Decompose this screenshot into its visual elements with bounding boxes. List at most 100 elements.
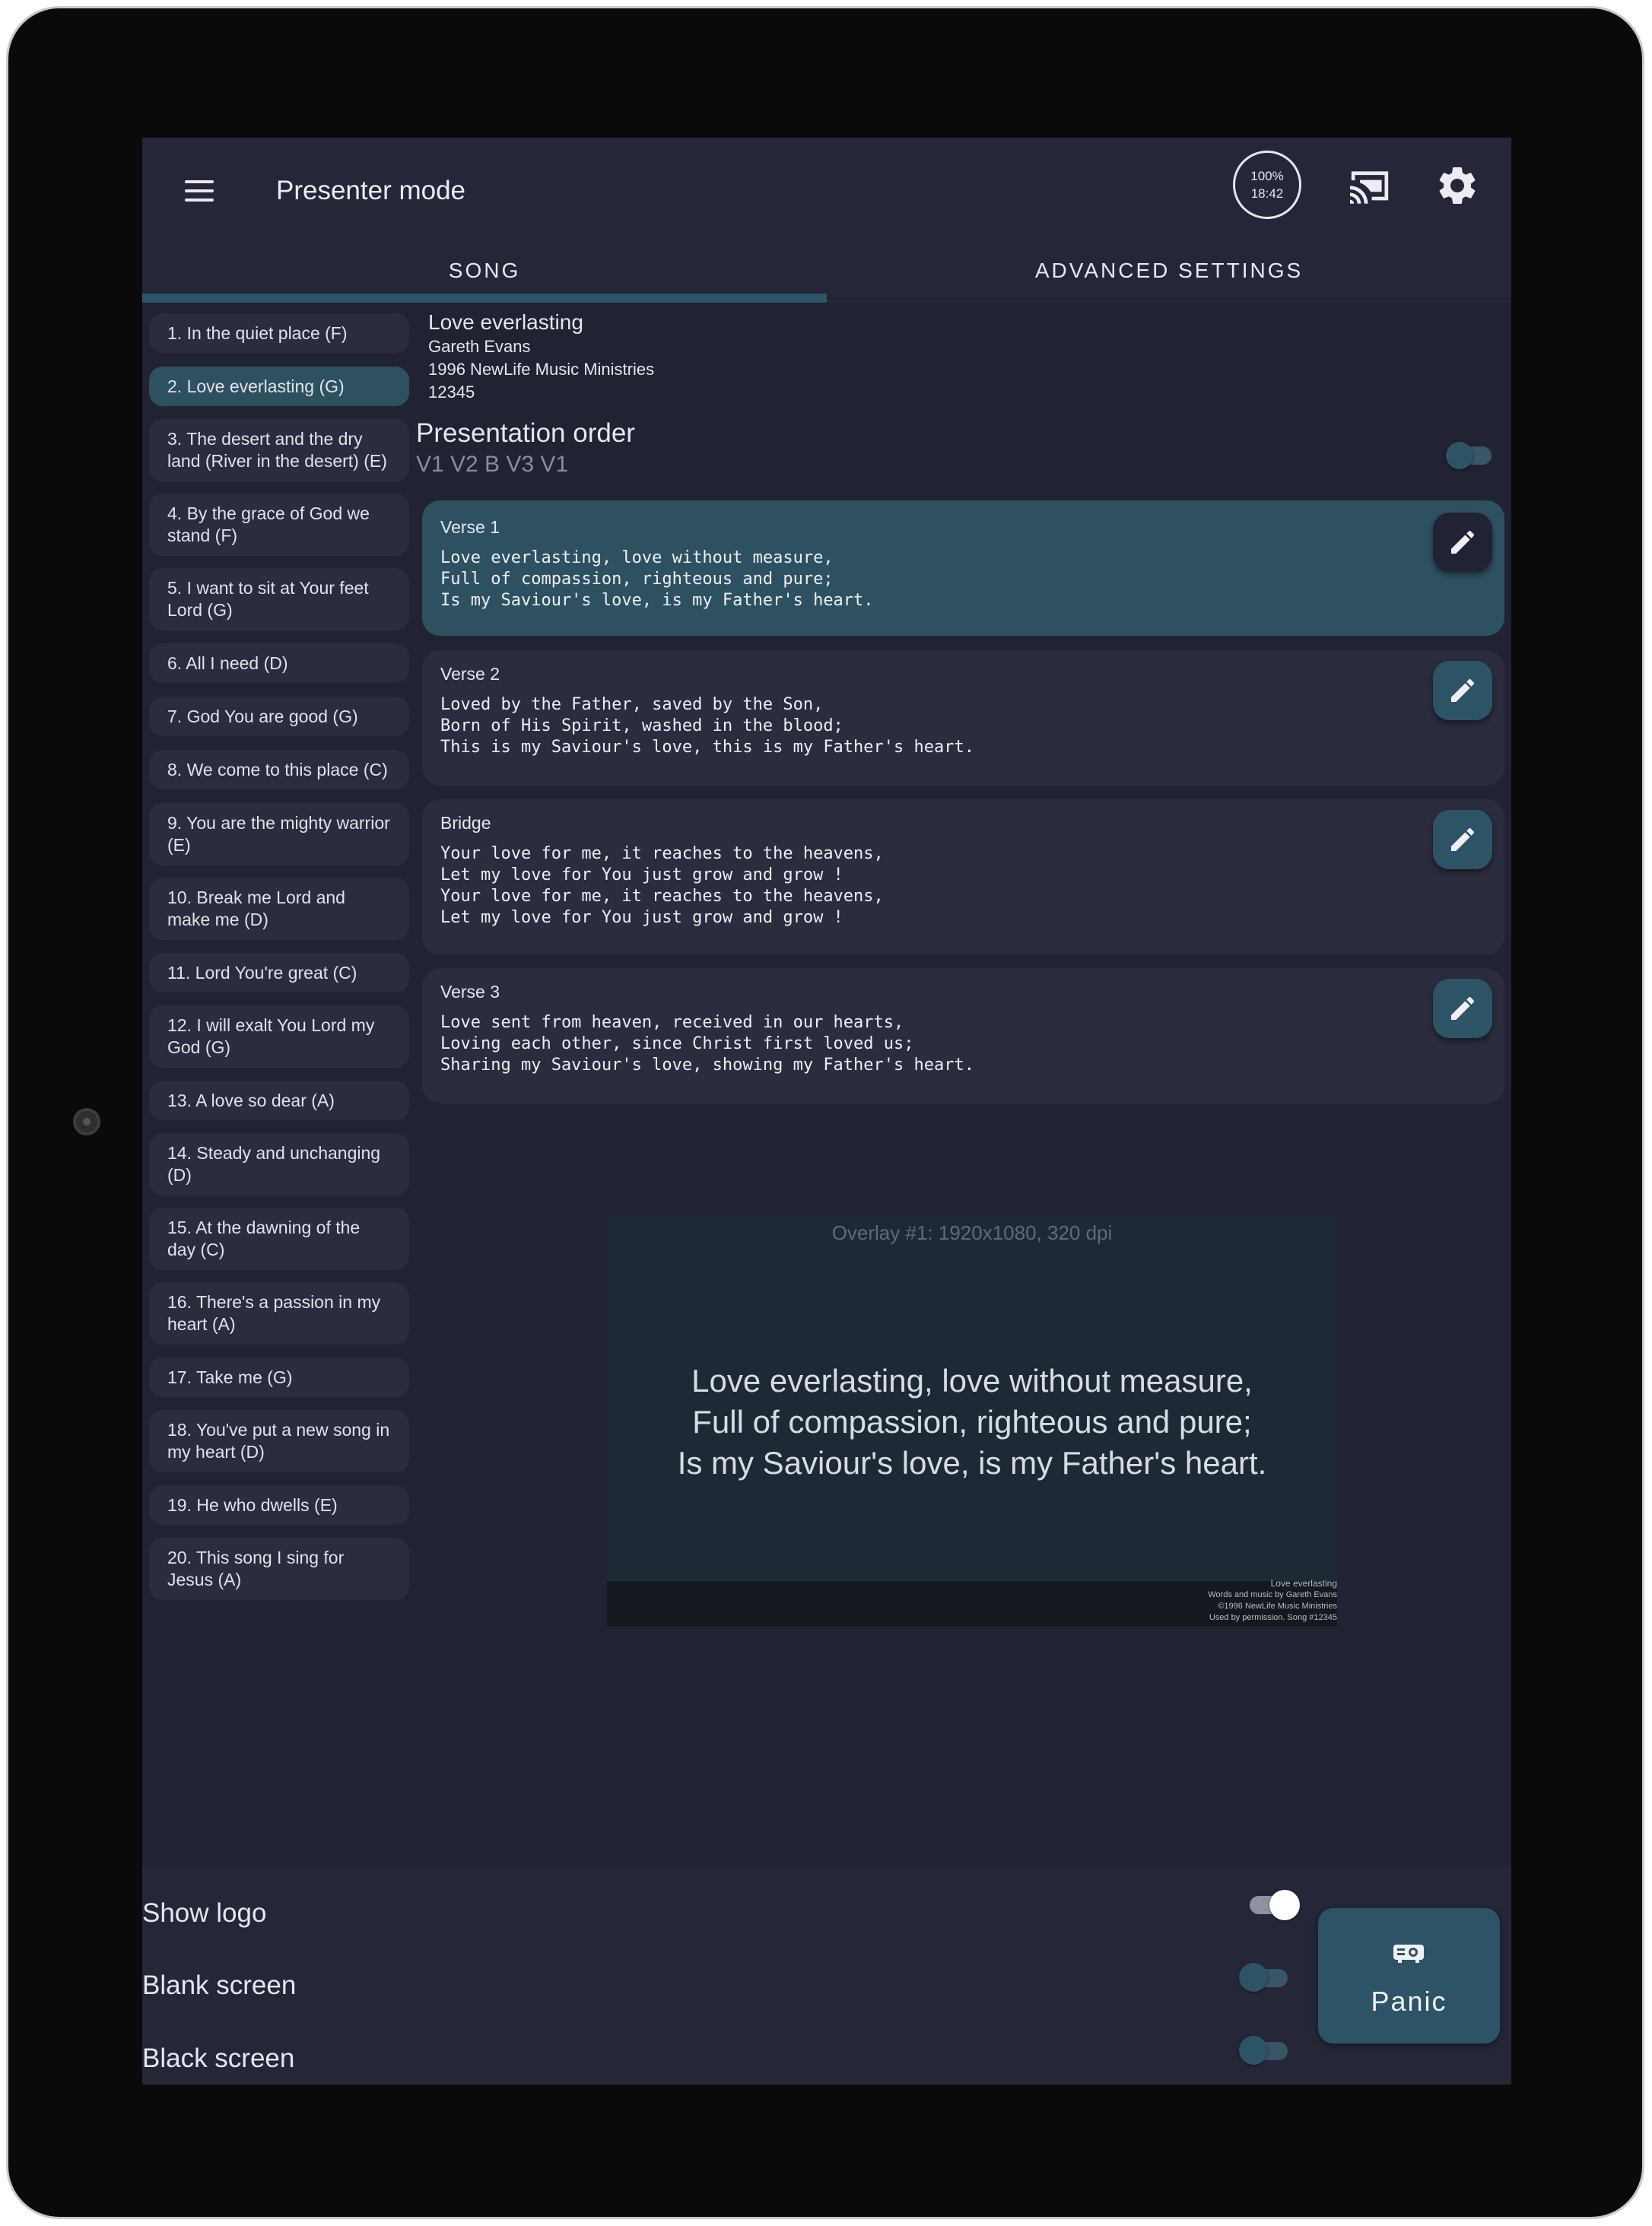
song-label: 1. In the quiet place (F) [167, 322, 348, 343]
presentation-order-toggle[interactable] [1444, 437, 1496, 469]
tab-song[interactable]: SONG [142, 248, 827, 294]
song-list-item[interactable]: 18. You've put a new song in my heart (D… [149, 1410, 409, 1472]
song-label: 19. He who dwells (E) [167, 1494, 338, 1515]
song-list-item[interactable]: 20. This song I sing for Jesus (A) [149, 1538, 409, 1600]
song-label: 18. You've put a new song in my heart (D… [167, 1420, 390, 1462]
song-list-item[interactable]: 16. There's a passion in my heart (A) [149, 1282, 409, 1345]
song-list-item-selected[interactable]: 2. Love everlasting (G) [149, 367, 409, 406]
song-list-item[interactable]: 7. God You are good (G) [149, 697, 409, 736]
song-list-item[interactable]: 10. Break me Lord and make me (D) [149, 878, 409, 940]
verse-text: Love sent from heaven, received in our h… [440, 1013, 974, 1075]
song-list-item[interactable]: 12. I will exalt You Lord my God (G) [149, 1005, 409, 1068]
song-list-item[interactable]: 11. Lord You're great (C) [149, 953, 409, 992]
song-copyright: 1996 NewLife Music Ministries [428, 360, 655, 379]
overlay-lyrics: Love everlasting, love without measure, … [607, 1361, 1337, 1484]
edit-verse-button[interactable] [1433, 979, 1492, 1038]
pencil-icon [1451, 827, 1475, 851]
verse-text: Love everlasting, love without measure, … [440, 548, 874, 610]
tab-divider [827, 300, 1511, 303]
battery-clock-badge: 100% 18:42 [1233, 151, 1301, 219]
cast-icon[interactable] [1345, 168, 1394, 208]
presentation-order-label: Presentation order [416, 418, 635, 448]
overlay-credit-line: ©1996 NewLife Music Ministries [1218, 1602, 1337, 1611]
song-label: 12. I will exalt You Lord my God (G) [167, 1015, 375, 1057]
blank-screen-toggle[interactable] [1237, 1959, 1292, 1996]
verse-card-bridge[interactable]: Bridge Your love for me, it reaches to t… [422, 799, 1504, 954]
song-label: 20. This song I sing for Jesus (A) [167, 1548, 345, 1589]
song-list-item[interactable]: 9. You are the mighty warrior (E) [149, 803, 409, 865]
verse-label: Bridge [440, 813, 491, 833]
camera-lens [73, 1108, 100, 1135]
song-label: 5. I want to sit at Your feet Lord (G) [167, 578, 369, 620]
verse-text: Loved by the Father, saved by the Son, B… [440, 695, 974, 757]
black-screen-toggle[interactable] [1237, 2032, 1292, 2069]
pencil-icon [1451, 996, 1475, 1020]
edit-verse-button[interactable] [1433, 661, 1492, 720]
overlay-lyric-line: Full of compassion, righteous and pure; [692, 1404, 1252, 1440]
song-list-item[interactable]: 17. Take me (G) [149, 1358, 409, 1397]
panic-button[interactable]: Panic [1318, 1908, 1500, 2043]
app-screen: Presenter mode 100% 18:42 SONG ADVANCED … [142, 138, 1511, 2085]
pencil-icon [1451, 530, 1475, 554]
song-label: 6. All I need (D) [167, 653, 288, 673]
edit-verse-button[interactable] [1433, 513, 1492, 572]
song-label: 11. Lord You're great (C) [167, 962, 357, 983]
song-list-item[interactable]: 19. He who dwells (E) [149, 1485, 409, 1525]
overlay-preview: Overlay #1: 1920x1080, 320 dpi Love ever… [607, 1216, 1337, 1627]
menu-icon[interactable] [183, 174, 217, 208]
verse-card-verse-3[interactable]: Verse 3 Love sent from heaven, received … [422, 968, 1504, 1103]
song-list-item[interactable]: 1. In the quiet place (F) [149, 313, 409, 353]
black-screen-label: Black screen [142, 2043, 295, 2073]
tab-advanced-settings[interactable]: ADVANCED SETTINGS [827, 248, 1511, 294]
song-label: 10. Break me Lord and make me (D) [167, 888, 345, 929]
battery-percent: 100% [1250, 169, 1284, 183]
page-title: Presenter mode [276, 176, 466, 205]
song-title: Love everlasting [428, 310, 583, 334]
show-logo-label: Show logo [142, 1898, 267, 1928]
verse-card-verse-2[interactable]: Verse 2 Loved by the Father, saved by th… [422, 650, 1504, 786]
top-app-bar: Presenter mode 100% 18:42 SONG ADVANCED … [142, 138, 1511, 303]
song-list-item[interactable]: 3. The desert and the dry land (River in… [149, 419, 409, 481]
song-author: Gareth Evans [428, 337, 531, 356]
overlay-credit-line: Used by permission. Song #12345 [1209, 1613, 1337, 1622]
song-details: Love everlasting Gareth Evans 1996 NewLi… [428, 310, 654, 404]
edit-verse-button[interactable] [1433, 810, 1492, 869]
song-list-item[interactable]: 15. At the dawning of the day (C) [149, 1208, 409, 1270]
song-label: 16. There's a passion in my heart (A) [167, 1292, 381, 1334]
song-label: 13. A love so dear (A) [167, 1090, 335, 1110]
presentation-order-value: V1 V2 B V3 V1 [416, 452, 569, 477]
clock: 18:42 [1250, 186, 1284, 201]
overlay-caption: Overlay #1: 1920x1080, 320 dpi [831, 1221, 1113, 1244]
song-list-item[interactable]: 6. All I need (D) [149, 643, 409, 683]
song-list-item[interactable]: 4. By the grace of God we stand (F) [149, 494, 409, 556]
overlay-credit-line: Love everlasting [1270, 1578, 1337, 1589]
song-label: 4. By the grace of God we stand (F) [167, 503, 370, 545]
song-label: 8. We come to this place (C) [167, 759, 388, 780]
song-label: 9. You are the mighty warrior (E) [167, 813, 390, 855]
overlay-credits: Love everlasting Words and music by Gare… [1208, 1578, 1337, 1624]
show-logo-toggle[interactable] [1247, 1886, 1301, 1923]
song-list-item[interactable]: 8. We come to this place (C) [149, 750, 409, 789]
blank-screen-label: Blank screen [142, 1970, 297, 2000]
song-ccli-number: 12345 [428, 383, 475, 402]
song-list-item[interactable]: 5. I want to sit at Your feet Lord (G) [149, 568, 409, 630]
song-label: 14. Steady and unchanging (D) [167, 1143, 381, 1185]
gear-icon[interactable] [1434, 163, 1480, 208]
overlay-credit-line: Words and music by Gareth Evans [1208, 1590, 1337, 1599]
verse-card-verse-1[interactable]: Verse 1 Love everlasting, love without m… [422, 500, 1504, 636]
song-label: 15. At the dawning of the day (C) [167, 1218, 361, 1259]
verse-label: Verse 1 [440, 517, 500, 537]
overlay-lyric-line: Love everlasting, love without measure, [691, 1363, 1253, 1399]
song-list-item[interactable]: 13. A love so dear (A) [149, 1081, 409, 1120]
song-label: 17. Take me (G) [167, 1367, 293, 1387]
verse-label: Verse 2 [440, 664, 500, 684]
panic-label: Panic [1371, 1986, 1447, 2017]
verse-label: Verse 3 [440, 982, 500, 1002]
overlay-lyric-line: Is my Saviour's love, is my Father's hea… [677, 1445, 1267, 1481]
pencil-icon [1451, 678, 1475, 702]
display-options-panel: Show logo Blank screen Black screen [142, 1866, 1511, 2085]
verse-text: Your love for me, it reaches to the heav… [440, 844, 884, 927]
song-label: 2. Love everlasting (G) [167, 376, 345, 396]
tab-indicator [142, 294, 827, 303]
song-list-item[interactable]: 14. Steady and unchanging (D) [149, 1133, 409, 1196]
